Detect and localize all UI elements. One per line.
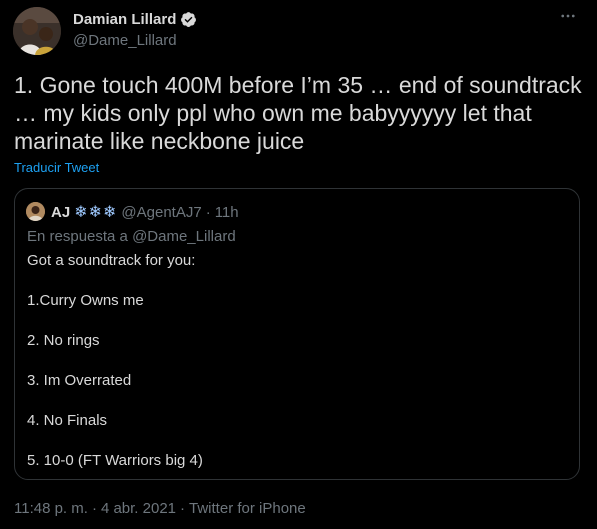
separator: · xyxy=(180,500,186,517)
tweet-timestamp-date[interactable]: 4 abr. 2021 xyxy=(101,500,176,517)
author-handle[interactable]: @Dame_Lillard xyxy=(73,32,177,49)
separator: · xyxy=(205,203,211,221)
tweet-container: Damian Lillard @Dame_Lillard 1. Gone tou… xyxy=(0,0,597,529)
quoted-text-line: 5. 10-0 (FT Warriors big 4) xyxy=(27,452,203,469)
quoted-text-line: 4. No Finals xyxy=(27,412,108,429)
snowflake-emoji: ❄❄❄ xyxy=(74,204,118,221)
quoted-tweet-header: AJ ❄❄❄ @AgentAJ7 · 11h xyxy=(51,202,239,222)
quoted-author-handle[interactable]: @AgentAJ7 xyxy=(121,204,201,221)
tweet-timestamp-time[interactable]: 11:48 p. m. xyxy=(14,500,88,517)
quoted-author-avatar[interactable] xyxy=(26,202,45,221)
quoted-text-line: 3. Im Overrated xyxy=(27,372,132,389)
author-avatar[interactable] xyxy=(13,7,61,55)
quoted-text-line: 2. No rings xyxy=(27,332,100,349)
quoted-tweet[interactable]: AJ ❄❄❄ @AgentAJ7 · 11h En respuesta a @D… xyxy=(14,188,580,480)
tweet-source-link[interactable]: Twitter for iPhone xyxy=(189,500,306,517)
quoted-text-line: Got a soundtrack for you: xyxy=(27,252,196,269)
tweet-metadata: 11:48 p. m. · 4 abr. 2021 · Twitter for … xyxy=(14,500,306,517)
verified-badge-icon xyxy=(180,11,197,28)
more-horizontal-icon xyxy=(559,7,577,30)
separator: · xyxy=(91,500,97,517)
more-options-button[interactable] xyxy=(556,6,580,30)
reply-context: En respuesta a @Dame_Lillard xyxy=(27,228,236,245)
quoted-tweet-time[interactable]: 11h xyxy=(215,204,239,221)
quoted-author-name[interactable]: AJ xyxy=(51,204,70,221)
translate-tweet-link[interactable]: Traducir Tweet xyxy=(14,160,99,175)
quoted-text-line: 1.Curry Owns me xyxy=(27,292,144,309)
author-name-text[interactable]: Damian Lillard xyxy=(73,11,176,28)
tweet-text: 1. Gone touch 400M before I’m 35 … end o… xyxy=(14,72,582,154)
author-name[interactable]: Damian Lillard xyxy=(73,11,197,28)
